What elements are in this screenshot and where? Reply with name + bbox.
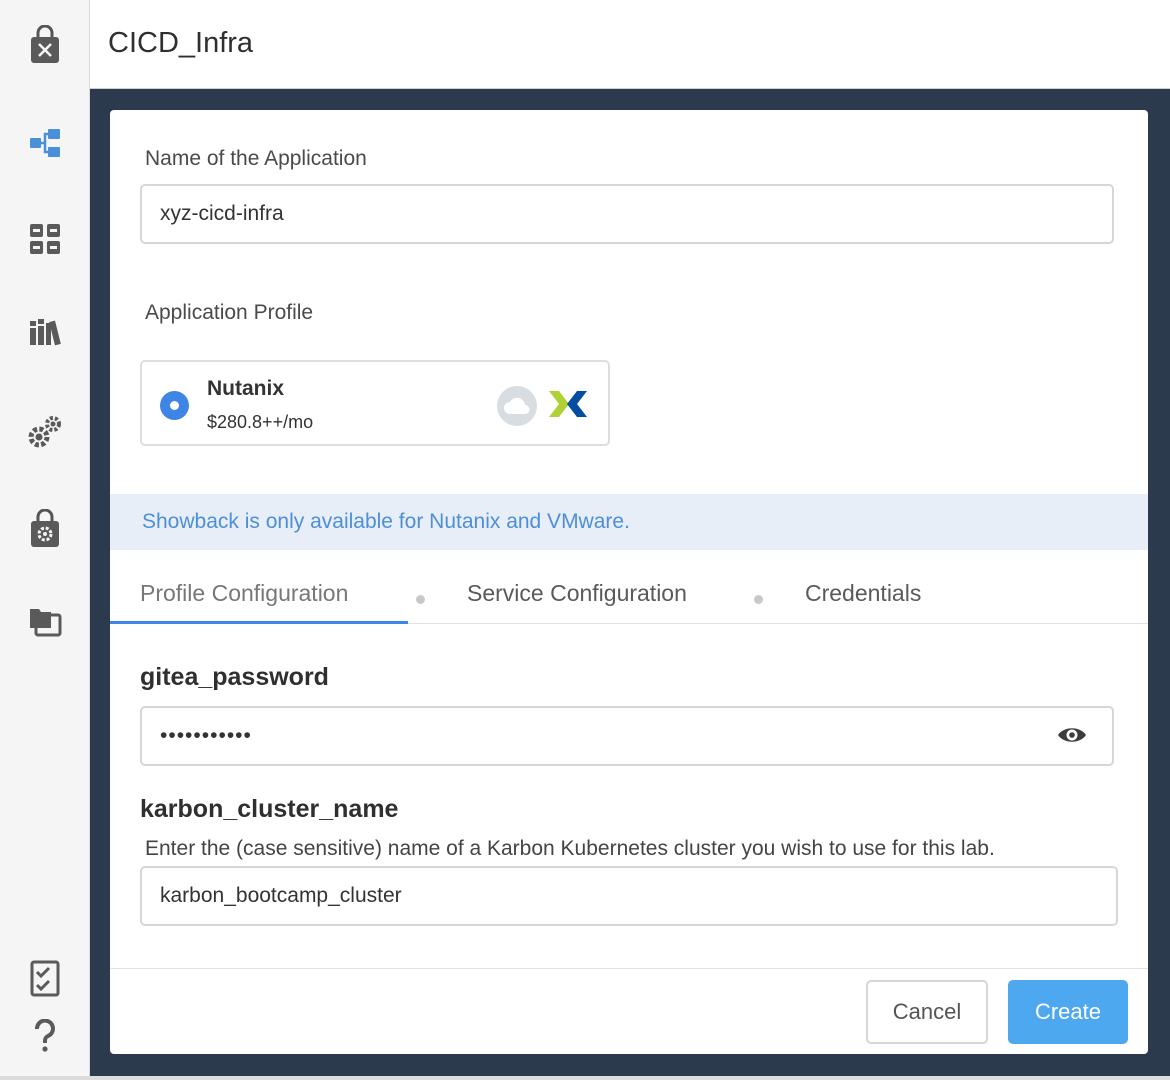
profile-price: $280.8++/mo [207,412,314,432]
settings-gears-icon[interactable] [25,412,65,452]
tab-profile-configuration[interactable]: Profile Configuration [140,580,348,607]
help-icon[interactable] [25,1016,65,1056]
marketplace-bag-icon[interactable] [25,25,65,65]
showback-notice-text: Showback is only available for Nutanix a… [142,510,630,533]
config-tabs: Profile Configuration Service Configurat… [110,572,1148,624]
karbon-cluster-name-input[interactable] [140,866,1118,926]
app-name-label: Name of the Application [145,147,367,170]
profile-radio-selected[interactable] [160,391,189,420]
cancel-button[interactable]: Cancel [866,980,988,1044]
launch-application-dialog: Name of the Application Application Prof… [110,110,1148,1054]
karbon-cluster-name-help: Enter the (case sensitive) name of a Kar… [145,837,995,860]
create-button[interactable]: Create [1008,980,1128,1044]
profile-option-nutanix[interactable]: Nutanix $280.8++/mo [140,360,610,446]
marketplace-manager-icon[interactable] [25,509,65,549]
tab-separator-dot [416,595,425,604]
gitea-password-input[interactable] [140,706,1114,766]
page-title: CICD_Infra [108,27,254,59]
applications-grid-icon[interactable] [25,219,65,259]
karbon-cluster-name-title: karbon_cluster_name [140,795,399,823]
radio-dot [170,401,179,410]
page-header: CICD_Infra [90,0,1170,89]
show-password-eye-icon[interactable] [1056,724,1088,751]
gitea-password-title: gitea_password [140,663,329,691]
tasks-checklist-icon[interactable] [25,958,65,998]
bottom-scrollbar-track [0,1076,1170,1080]
tab-credentials[interactable]: Credentials [805,580,921,607]
nutanix-logo-icon [547,388,589,425]
projects-icon[interactable] [25,602,65,642]
app-profile-label: Application Profile [145,301,314,324]
showback-notice: Showback is only available for Nutanix a… [110,494,1148,550]
active-tab-indicator [110,621,408,624]
footer-divider [110,968,1148,969]
left-nav-sidebar [0,0,90,1076]
app-name-input[interactable] [140,184,1114,244]
cloud-icon [497,386,537,426]
blueprint-icon[interactable] [25,123,65,163]
tab-separator-dot [754,595,763,604]
library-icon[interactable] [25,312,65,352]
gitea-password-field-wrapper [140,706,1114,766]
tab-service-configuration[interactable]: Service Configuration [467,580,687,607]
profile-name: Nutanix [207,377,285,400]
